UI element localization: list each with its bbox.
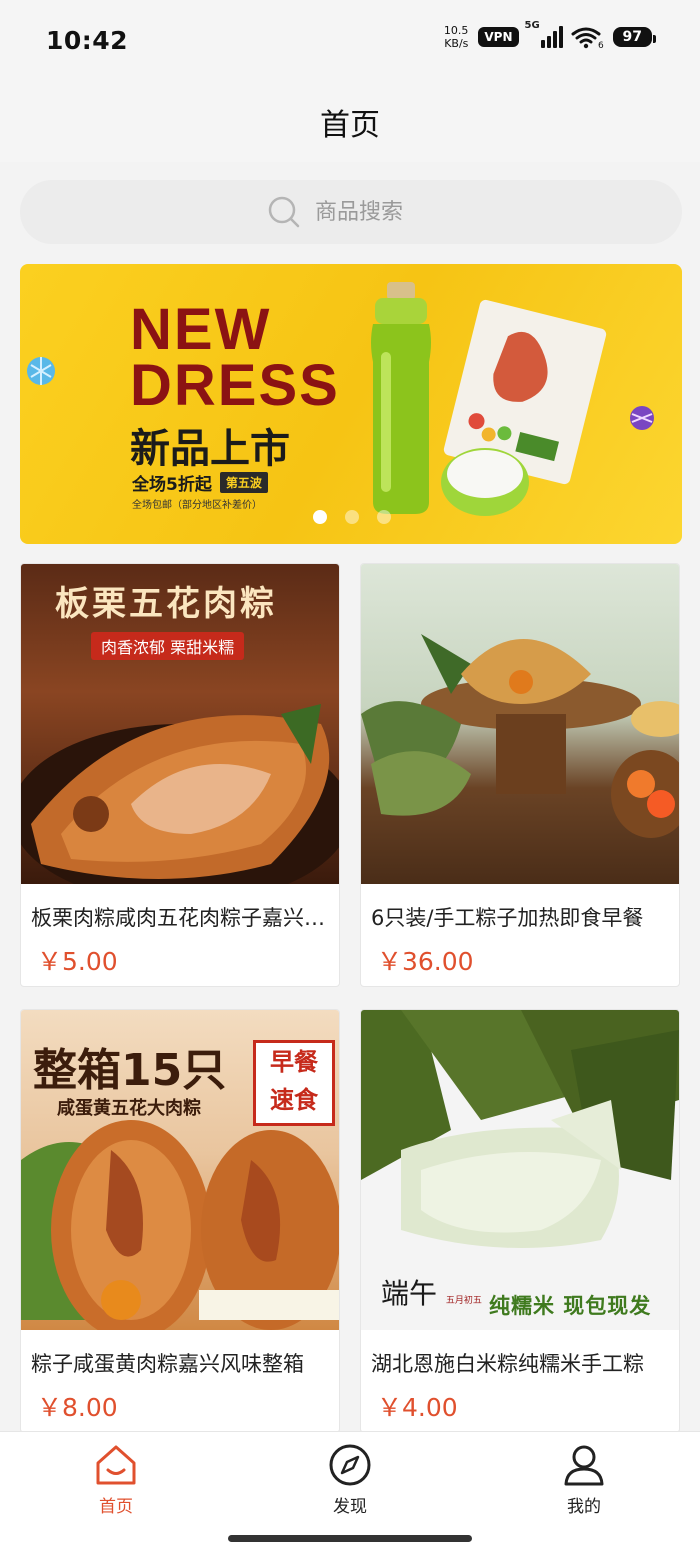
product-image-badge: 早餐 速食 [253, 1040, 335, 1126]
product-card[interactable]: 整箱15只 咸蛋黄五花大肉粽 早餐 速食 粽子咸蛋黄肉粽嘉兴风味整箱 ￥8.00 [20, 1009, 340, 1433]
product-image-tag: 纯糯米 现包现发 [489, 1294, 652, 1318]
product-image-tag: 肉香浓郁 栗甜米糯 [91, 632, 245, 660]
wifi-sub-label: 6 [598, 41, 604, 49]
tab-label: 我的 [567, 1497, 601, 1517]
banner-promo-text: 全场5折起 [132, 475, 212, 495]
network-type-label: 5G [524, 20, 540, 31]
product-image[interactable]: 板栗五花肉粽 肉香浓郁 栗甜米糯 [21, 564, 339, 884]
product-name[interactable]: 板栗肉粽咸肉五花肉粽子嘉兴风味 [31, 902, 331, 932]
product-price: ￥4.00 [377, 1393, 458, 1422]
product-price: ￥8.00 [37, 1393, 118, 1422]
decorative-ball-icon [27, 357, 55, 385]
zongzi-image [21, 704, 339, 884]
tab-profile[interactable]: 我的 [524, 1442, 644, 1517]
product-price: ￥36.00 [377, 947, 474, 976]
net-speed: 10.5 KB/s [444, 24, 469, 50]
page-header: 首页 [0, 82, 700, 162]
home-indicator[interactable] [228, 1535, 472, 1542]
banner-title-line2: DRESS [130, 353, 340, 418]
brand-sub: 五月初五 [445, 1296, 482, 1306]
search-bar[interactable] [20, 180, 682, 244]
product-name[interactable]: 6只装/手工粽子加热即食早餐 [371, 902, 671, 932]
page-title: 首页 [320, 108, 380, 143]
product-card[interactable]: 6只装/手工粽子加热即食早餐 ￥36.00 [360, 563, 680, 987]
net-speed-unit: KB/s [444, 37, 469, 50]
banner-subtitle: 新品上市 [130, 426, 290, 472]
product-name[interactable]: 湖北恩施白米粽纯糯米手工粽 [371, 1348, 671, 1378]
user-icon [564, 1445, 604, 1486]
status-icons: 10.5 KB/s VPN 5G 6 97 [444, 20, 657, 50]
banner-title: NEW DRESS [130, 297, 340, 418]
tab-discover[interactable]: 发现 [290, 1442, 410, 1517]
carousel-dot[interactable] [345, 510, 359, 524]
search-input[interactable] [315, 199, 435, 225]
banner-promo: 全场5折起 第五波 [132, 470, 268, 495]
status-bar: 10:42 10.5 KB/s VPN 5G 6 97 [0, 0, 700, 82]
zongzi-image [361, 1010, 679, 1248]
tab-label: 首页 [99, 1497, 133, 1517]
zongzi-image [21, 1120, 339, 1330]
tab-home[interactable]: 首页 [56, 1442, 176, 1517]
product-image-headline: 板栗五花肉粽 [55, 584, 277, 624]
status-time: 10:42 [46, 26, 129, 55]
banner-note: 全场包邮（部分地区补差价） [132, 500, 262, 511]
product-image-headline: 整箱15只 [33, 1045, 227, 1096]
badge-line-1: 早餐 [270, 1048, 318, 1076]
cellular-signal-icon: 5G [525, 20, 563, 48]
banner-wave-badge: 第五波 [219, 472, 268, 493]
promo-banner-carousel[interactable]: NEW DRESS 新品上市 全场5折起 第五波 全场包邮（部分地区补差价） [20, 264, 682, 544]
product-bottle-image [371, 282, 607, 516]
product-card[interactable]: 端午 五月初五 纯糯米 现包现发 湖北恩施白米粽纯糯米手工粽 ￥4.00 [360, 1009, 680, 1433]
product-image[interactable]: 整箱15只 咸蛋黄五花大肉粽 早餐 速食 [21, 1010, 339, 1330]
badge-line-2: 速食 [270, 1086, 318, 1114]
tab-label: 发现 [333, 1497, 367, 1517]
product-price: ￥5.00 [37, 947, 118, 976]
net-speed-value: 10.5 [443, 24, 469, 37]
wifi-icon: 6 [571, 27, 604, 49]
search-icon [268, 196, 300, 228]
brand-name: 端午 [381, 1277, 438, 1310]
carousel-dot[interactable] [377, 510, 391, 524]
product-name[interactable]: 粽子咸蛋黄肉粽嘉兴风味整箱 [31, 1348, 331, 1378]
compass-icon [329, 1444, 371, 1486]
battery-indicator: 97 [612, 27, 657, 47]
home-icon [96, 1445, 136, 1485]
product-image[interactable]: 端午 五月初五 纯糯米 现包现发 [361, 1010, 679, 1330]
product-image-subheadline: 咸蛋黄五花大肉粽 [57, 1098, 201, 1119]
vpn-badge: VPN [478, 27, 519, 47]
carousel-dots [313, 510, 391, 524]
product-card[interactable]: 板栗五花肉粽 肉香浓郁 栗甜米糯 板栗肉粽咸肉五花肉粽子嘉兴风味 ￥5.00 [20, 563, 340, 987]
banner-title-line1: NEW [130, 297, 272, 362]
zongzi-image [361, 634, 679, 838]
product-brand-logo: 端午 五月初五 [381, 1272, 482, 1312]
decorative-ball-icon [630, 406, 654, 430]
carousel-dot[interactable] [313, 510, 327, 524]
product-image[interactable] [361, 564, 679, 884]
